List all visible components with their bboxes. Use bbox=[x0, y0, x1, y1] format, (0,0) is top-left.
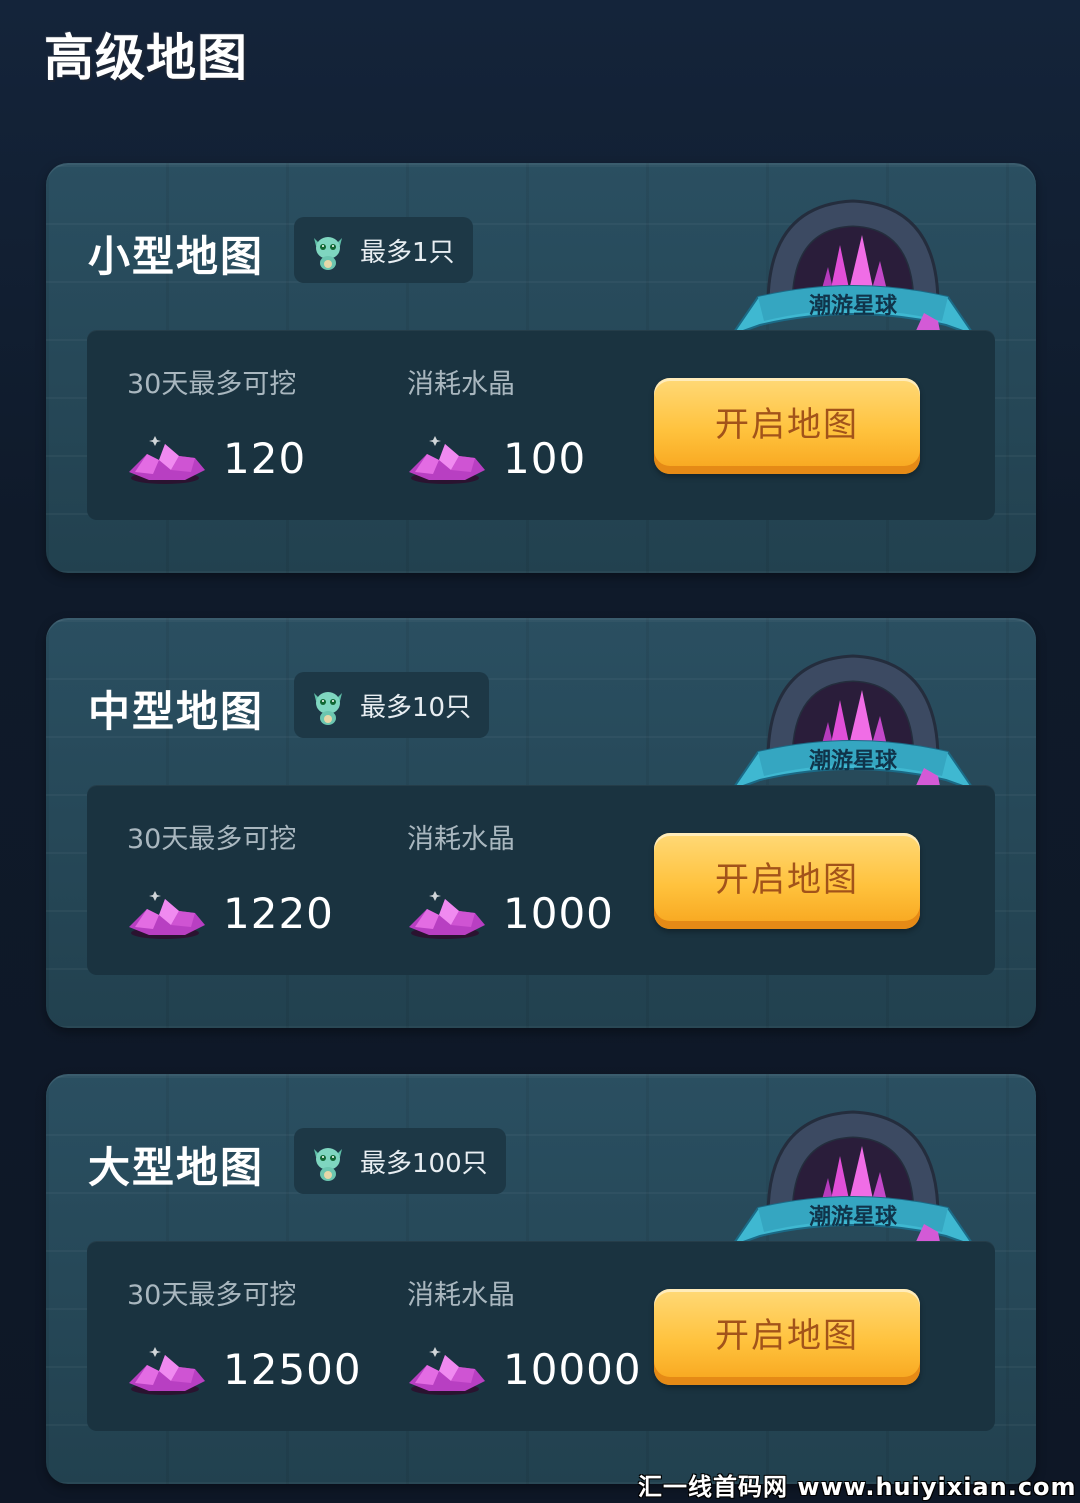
mine-value: 12500 bbox=[223, 1344, 362, 1394]
map-card-medium: 中型地图 最多10只 潮游星球 30天最多可挖 消耗水晶 1220 1000 开… bbox=[46, 618, 1036, 1028]
mine-value-row: 120 bbox=[125, 430, 306, 486]
cost-value-row: 1000 bbox=[405, 885, 614, 941]
watermark: 汇一线首码网 www.huiyixian.com bbox=[638, 1473, 1077, 1501]
map-card-small: 小型地图 最多1只 潮游星球 30天最多可挖 消耗水晶 120 100 开启地图 bbox=[46, 163, 1036, 573]
limit-badge: 最多10只 bbox=[294, 672, 490, 738]
map-title: 大型地图 bbox=[88, 1143, 265, 1192]
cost-label: 消耗水晶 bbox=[407, 369, 515, 400]
mine-label: 30天最多可挖 bbox=[127, 824, 297, 855]
pet-icon bbox=[314, 1148, 342, 1181]
cost-value: 10000 bbox=[503, 1344, 642, 1394]
crystal-icon bbox=[129, 1347, 205, 1395]
crystal-icon bbox=[129, 436, 205, 484]
cost-label: 消耗水晶 bbox=[407, 824, 515, 855]
info-panel: 30天最多可挖 消耗水晶 12500 10000 开启地图 bbox=[87, 1241, 995, 1431]
limit-text: 最多10只 bbox=[360, 692, 472, 723]
open-map-button[interactable]: 开启地图 bbox=[654, 378, 920, 474]
open-map-button-label: 开启地图 bbox=[715, 859, 859, 900]
advanced-maps-page: 高级地图 小型地图 最多1只 潮游星球 30天最多可挖 消耗水晶 120 100… bbox=[0, 0, 1080, 1503]
cost-value: 100 bbox=[503, 433, 587, 483]
crystal-icon bbox=[409, 1347, 485, 1395]
limit-badge: 最多1只 bbox=[294, 217, 473, 283]
mine-value: 1220 bbox=[223, 888, 334, 938]
mine-value-row: 12500 bbox=[125, 1341, 362, 1397]
crystal-icon bbox=[129, 891, 205, 939]
svg-text:潮游星球: 潮游星球 bbox=[809, 748, 898, 774]
mine-label: 30天最多可挖 bbox=[127, 369, 297, 400]
info-panel: 30天最多可挖 消耗水晶 120 100 开启地图 bbox=[87, 330, 995, 520]
open-map-button-label: 开启地图 bbox=[715, 404, 859, 445]
info-panel: 30天最多可挖 消耗水晶 1220 1000 开启地图 bbox=[87, 785, 995, 975]
open-map-button[interactable]: 开启地图 bbox=[654, 1289, 920, 1385]
crystal-icon bbox=[409, 891, 485, 939]
open-map-button-label: 开启地图 bbox=[715, 1315, 859, 1356]
open-map-button[interactable]: 开启地图 bbox=[654, 833, 920, 929]
mine-value: 120 bbox=[223, 433, 307, 483]
svg-text:潮游星球: 潮游星球 bbox=[809, 1204, 898, 1230]
map-title: 中型地图 bbox=[88, 687, 265, 736]
map-title: 小型地图 bbox=[88, 232, 265, 281]
cost-label: 消耗水晶 bbox=[407, 1280, 515, 1311]
map-card-large: 大型地图 最多100只 潮游星球 30天最多可挖 消耗水晶 12500 1000… bbox=[46, 1074, 1036, 1484]
cost-value-row: 100 bbox=[405, 430, 586, 486]
page-title: 高级地图 bbox=[44, 29, 248, 87]
crystal-icon bbox=[409, 436, 485, 484]
pet-icon bbox=[314, 237, 342, 270]
limit-badge: 最多100只 bbox=[294, 1128, 506, 1194]
mine-label: 30天最多可挖 bbox=[127, 1280, 297, 1311]
mine-value-row: 1220 bbox=[125, 885, 334, 941]
pet-icon bbox=[314, 692, 342, 725]
cost-value-row: 10000 bbox=[405, 1341, 642, 1397]
limit-text: 最多100只 bbox=[360, 1148, 488, 1179]
limit-text: 最多1只 bbox=[360, 237, 455, 268]
cost-value: 1000 bbox=[503, 888, 614, 938]
svg-text:潮游星球: 潮游星球 bbox=[809, 293, 898, 319]
